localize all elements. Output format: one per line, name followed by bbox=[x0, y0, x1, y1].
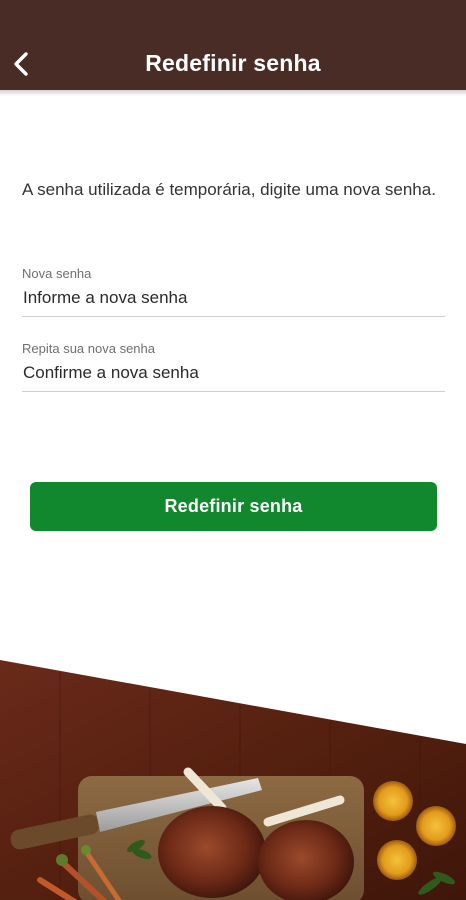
steak-left bbox=[158, 806, 266, 898]
new-password-label: Nova senha bbox=[22, 266, 92, 281]
confirm-password-field: Repita sua nova senha bbox=[22, 341, 445, 392]
app-bar: Redefinir senha bbox=[0, 0, 466, 90]
confirm-password-label: Repita sua nova senha bbox=[22, 341, 155, 356]
intro-text: A senha utilizada é temporária, digite u… bbox=[22, 180, 436, 199]
new-password-input[interactable] bbox=[22, 282, 445, 317]
new-password-field: Nova senha bbox=[22, 266, 445, 317]
confirm-password-input[interactable] bbox=[22, 357, 445, 392]
steak-hero-image bbox=[0, 660, 466, 900]
reset-password-button[interactable]: Redefinir senha bbox=[30, 482, 437, 531]
app-bar-shadow bbox=[0, 90, 466, 96]
page-title: Redefinir senha bbox=[145, 50, 321, 76]
